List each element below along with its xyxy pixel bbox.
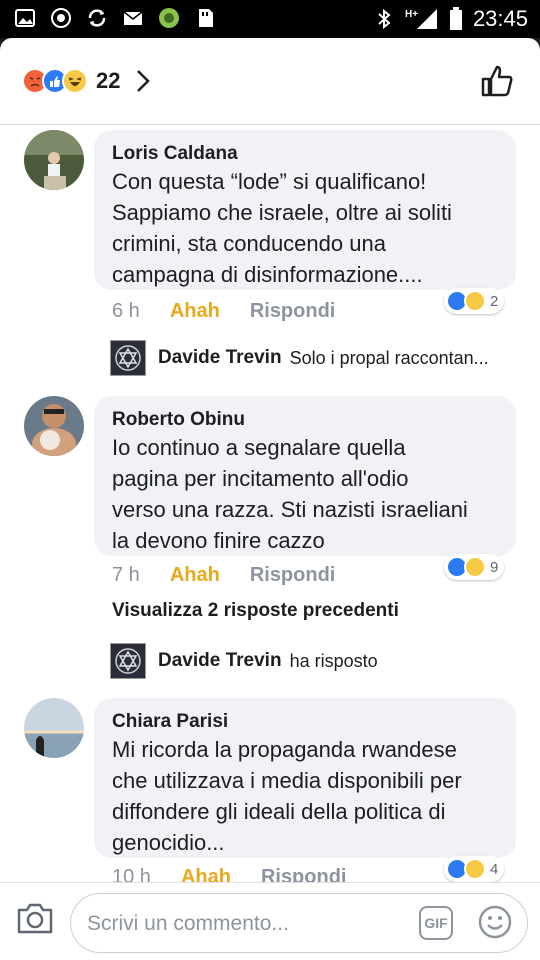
reply-preview[interactable]: Davide Trevin Solo i propal raccontan... bbox=[110, 340, 489, 376]
reply-author[interactable]: Davide Trevin bbox=[158, 650, 282, 672]
battery-icon bbox=[449, 7, 462, 30]
emoji-icon[interactable] bbox=[477, 904, 513, 940]
comment-author[interactable]: Loris Caldana bbox=[112, 142, 500, 166]
reply-preview[interactable]: Davide Trevin ha risposto bbox=[110, 643, 378, 679]
reaction-count: 22 bbox=[96, 68, 121, 93]
gallery-icon bbox=[15, 9, 35, 27]
app-icon bbox=[159, 8, 179, 28]
sheet-header: 22 bbox=[0, 38, 540, 124]
avatar[interactable] bbox=[24, 396, 84, 456]
comment-author[interactable]: Roberto Obinu bbox=[112, 408, 500, 432]
comment-line: che utilizzava i media disponibili per bbox=[112, 768, 462, 793]
comment-line: Mi ricorda la propaganda rwandese bbox=[112, 737, 457, 762]
comment-input[interactable]: Scrivi un commento... GIF bbox=[70, 893, 528, 953]
reply-author[interactable]: Davide Trevin bbox=[158, 347, 282, 369]
comment-line: Sappiamo che israele, oltre ai soliti bbox=[112, 200, 452, 225]
comment-line: Io continuo a segnalare quella bbox=[112, 435, 406, 460]
comment-time: 7 h bbox=[112, 564, 140, 586]
ahah-button[interactable]: Ahah bbox=[170, 300, 220, 323]
comment-line: verso una razza. Sti nazisti israeliani bbox=[112, 497, 468, 522]
avatar[interactable] bbox=[24, 698, 84, 758]
clock: 23:45 bbox=[472, 6, 528, 31]
comment-bubble: Roberto Obinu Io continuo a segnalare qu… bbox=[94, 396, 516, 556]
gif-button[interactable]: GIF bbox=[419, 906, 453, 940]
reply-text: ha risposto bbox=[289, 650, 378, 671]
reaction-count: 4 bbox=[490, 860, 499, 878]
ahah-button[interactable]: Ahah bbox=[170, 564, 220, 587]
signal-icon: H+ bbox=[405, 9, 437, 29]
mail-icon bbox=[123, 11, 143, 25]
reply-text: Solo i propal raccontan... bbox=[289, 347, 489, 368]
comment-bubble: Chiara Parisi Mi ricorda la propaganda r… bbox=[94, 698, 516, 858]
view-previous-replies-link[interactable]: Visualizza 2 risposte precedenti bbox=[112, 600, 399, 622]
sd-card-icon bbox=[199, 9, 213, 27]
haha-reaction-icon bbox=[464, 556, 486, 578]
haha-reaction-icon bbox=[464, 290, 486, 312]
comment-composer: Scrivi un commento... GIF bbox=[0, 882, 540, 960]
comment-reaction-badge[interactable]: 2 bbox=[444, 288, 505, 314]
comment-time: 6 h bbox=[112, 300, 140, 322]
comment-line: crimini, sta conducendo una bbox=[112, 231, 386, 256]
sync-icon bbox=[88, 9, 106, 27]
comment-line: Con questa “lode” si qualificano! bbox=[112, 169, 427, 194]
bluetooth-icon bbox=[378, 8, 391, 30]
comment-author[interactable]: Chiara Parisi bbox=[112, 710, 500, 734]
comment-reaction-badge[interactable]: 4 bbox=[444, 856, 505, 882]
comment-line: genocidio... bbox=[112, 830, 225, 855]
camera-icon[interactable] bbox=[16, 901, 54, 935]
comment-placeholder: Scrivi un commento... bbox=[87, 912, 289, 935]
reaction-count: 9 bbox=[490, 558, 499, 576]
haha-reaction-icon bbox=[62, 68, 88, 94]
comment-line: diffondere gli ideali della politica di bbox=[112, 799, 446, 824]
comment-line: la devono finire cazzo bbox=[112, 528, 325, 553]
haha-reaction-icon bbox=[464, 858, 486, 880]
chevron-right-icon[interactable] bbox=[136, 69, 151, 93]
comment-reaction-badge[interactable]: 9 bbox=[444, 554, 505, 580]
comment-actions: 6 h Ahah Rispondi bbox=[112, 300, 335, 323]
comments-sheet: 22 Loris Caldana Con questa “lode” si qu… bbox=[0, 38, 540, 960]
like-button-icon[interactable] bbox=[480, 64, 514, 98]
avatar[interactable] bbox=[110, 643, 146, 679]
avatar[interactable] bbox=[24, 130, 84, 190]
chrome-icon bbox=[51, 8, 71, 28]
reply-button[interactable]: Rispondi bbox=[250, 564, 336, 587]
reply-button[interactable]: Rispondi bbox=[250, 300, 336, 323]
svg-text:H+: H+ bbox=[405, 9, 418, 20]
comment-bubble: Loris Caldana Con questa “lode” si quali… bbox=[94, 130, 516, 290]
reactions-summary[interactable]: 22 bbox=[22, 68, 151, 94]
header-divider bbox=[0, 124, 540, 125]
status-bar: H+ 23:45 bbox=[0, 0, 540, 38]
avatar[interactable] bbox=[110, 340, 146, 376]
comment-line: campagna di disinformazione.... bbox=[112, 262, 423, 287]
comment-actions: 7 h Ahah Rispondi bbox=[112, 564, 335, 587]
reaction-count: 2 bbox=[490, 292, 499, 310]
comment-line: pagina per incitamento all'odio bbox=[112, 466, 409, 491]
